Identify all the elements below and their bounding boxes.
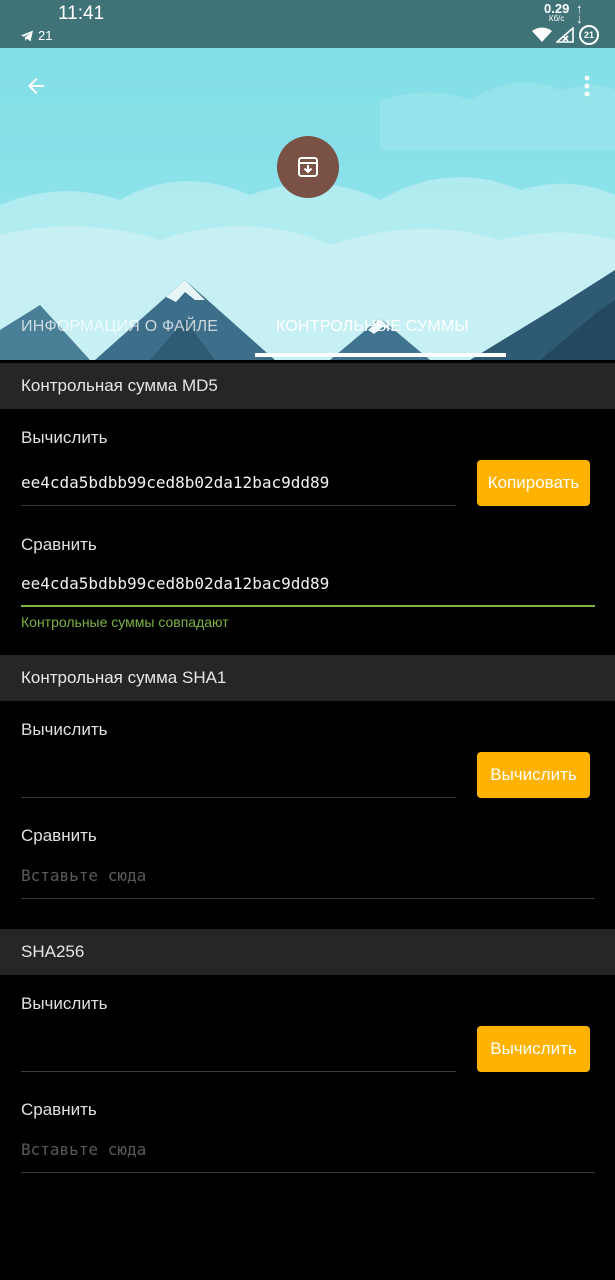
tab-indicator	[255, 353, 506, 357]
back-button[interactable]	[18, 68, 54, 104]
battery-indicator: 21	[579, 25, 599, 45]
sha1-calc-underline	[21, 797, 456, 798]
telegram-icon	[21, 30, 33, 41]
sha256-compare-label: Сравнить	[21, 1100, 97, 1119]
sha1-calculate-button[interactable]: Вычислить	[477, 752, 590, 798]
section-header-sha1: Контрольная сумма SHA1	[0, 655, 615, 701]
sha256-calc-label: Вычислить	[21, 994, 108, 1013]
sha1-compare-underline	[21, 898, 595, 899]
net-speed: 0.29 Кб/с	[544, 1, 570, 23]
md5-calc-underline	[21, 505, 456, 506]
md5-compare-label: Сравнить	[21, 535, 97, 554]
status-bar: 11:41 21 0.29 Кб/с ↑ ↓ 21	[0, 0, 615, 48]
overflow-menu-button[interactable]	[572, 68, 602, 104]
md5-compare-underline	[21, 605, 595, 607]
md5-match-status: Контрольные суммы совпадают	[21, 614, 229, 630]
sha1-compare-input[interactable]: Вставьте сюда	[21, 866, 146, 885]
tab-file-info[interactable]: ИНФОРМАЦИЯ О ФАЙЛЕ	[21, 318, 218, 336]
sha1-calc-label: Вычислить	[21, 720, 108, 739]
section-header-md5: Контрольная сумма MD5	[0, 363, 615, 409]
section-header-sha256: SHA256	[0, 929, 615, 975]
telegram-count: 21	[38, 28, 53, 43]
sha256-compare-underline	[21, 1172, 595, 1173]
md5-compare-input[interactable]: ee4cda5bdbb99ced8b02da12bac9dd89	[21, 574, 329, 593]
md5-copy-button[interactable]: Копировать	[477, 460, 590, 506]
signal-icon	[556, 27, 574, 43]
clock: 11:41	[58, 3, 105, 24]
md5-calc-value[interactable]: ee4cda5bdbb99ced8b02da12bac9dd89	[21, 473, 329, 492]
file-type-avatar	[277, 136, 339, 198]
sha1-compare-label: Сравнить	[21, 826, 97, 845]
arrow-left-icon	[28, 78, 44, 94]
telegram-notification: 21	[20, 28, 52, 43]
archive-icon	[298, 157, 318, 177]
sha256-calculate-button[interactable]: Вычислить	[477, 1026, 590, 1072]
header-hero: 11:41 21 0.29 Кб/с ↑ ↓ 21 ИНФОРМАЦИЯ О Ф…	[0, 0, 615, 360]
more-vert-icon	[584, 75, 590, 97]
sha256-calc-underline	[21, 1071, 456, 1072]
tab-bar: ИНФОРМАЦИЯ О ФАЙЛЕ КОНТРОЛЬНЫЕ СУММЫ	[0, 300, 615, 358]
wifi-icon	[532, 27, 552, 42]
md5-calc-label: Вычислить	[21, 428, 108, 447]
tab-checksums[interactable]: КОНТРОЛЬНЫЕ СУММЫ	[276, 318, 469, 336]
data-arrows-icon: ↑ ↓	[576, 1, 583, 26]
sha256-compare-input[interactable]: Вставьте сюда	[21, 1140, 146, 1159]
